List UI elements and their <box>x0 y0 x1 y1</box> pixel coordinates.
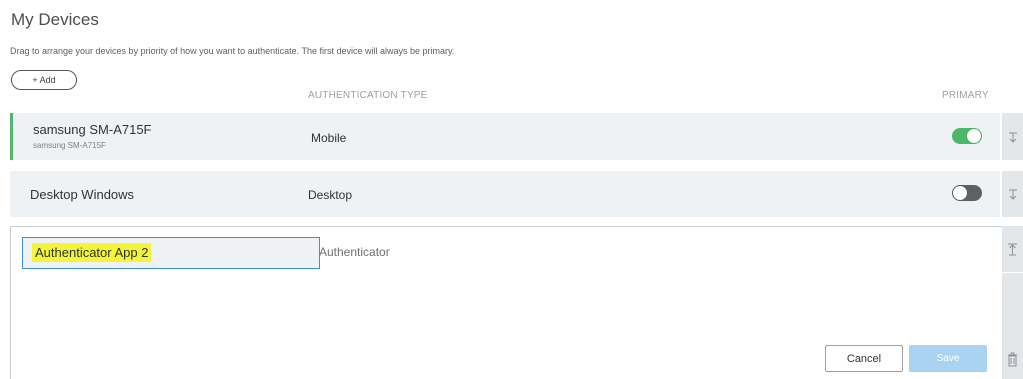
divider <box>1002 272 1023 273</box>
move-up-icon <box>1008 243 1017 256</box>
edit-device-panel: Authenticator App 2 Authenticator Cancel… <box>10 226 1002 379</box>
move-down-icon <box>1008 132 1017 143</box>
add-device-button[interactable]: + Add <box>11 70 77 90</box>
delete-button[interactable] <box>1006 352 1019 372</box>
move-down-handle[interactable] <box>1002 113 1023 160</box>
device-row-samsung[interactable]: samsung SM-A715F samsung SM-A715F Mobile <box>10 113 1000 160</box>
device-row-desktop[interactable]: Desktop Windows Desktop <box>10 171 1000 217</box>
toggle-knob <box>967 129 981 143</box>
toggle-knob <box>953 186 967 200</box>
move-down-handle[interactable] <box>1002 171 1023 217</box>
device-name: samsung SM-A715F <box>33 122 152 137</box>
device-name: Desktop Windows <box>30 187 135 202</box>
column-header-primary: PRIMARY <box>942 90 989 101</box>
move-up-button[interactable] <box>1006 242 1019 261</box>
trash-icon <box>1008 352 1017 367</box>
device-auth-type: Desktop <box>308 188 353 202</box>
page-subtitle: Drag to arrange your devices by priority… <box>10 46 455 56</box>
device-auth-type: Mobile <box>311 131 347 145</box>
primary-toggle[interactable] <box>952 128 982 144</box>
column-header-auth-type: AUTHENTICATION TYPE <box>308 90 428 101</box>
save-button[interactable]: Save <box>909 345 987 372</box>
move-down-icon <box>1008 189 1017 200</box>
page-title: My Devices <box>11 10 99 29</box>
primary-toggle[interactable] <box>952 185 982 201</box>
device-name-input[interactable]: Authenticator App 2 <box>22 237 320 269</box>
edit-auth-type: Authenticator <box>319 245 390 259</box>
device-model: samsung SM-A715F <box>33 141 106 150</box>
selected-text-highlight: Authenticator App 2 <box>32 243 152 262</box>
cancel-button[interactable]: Cancel <box>825 345 903 372</box>
edit-side-actions <box>1002 226 1023 379</box>
